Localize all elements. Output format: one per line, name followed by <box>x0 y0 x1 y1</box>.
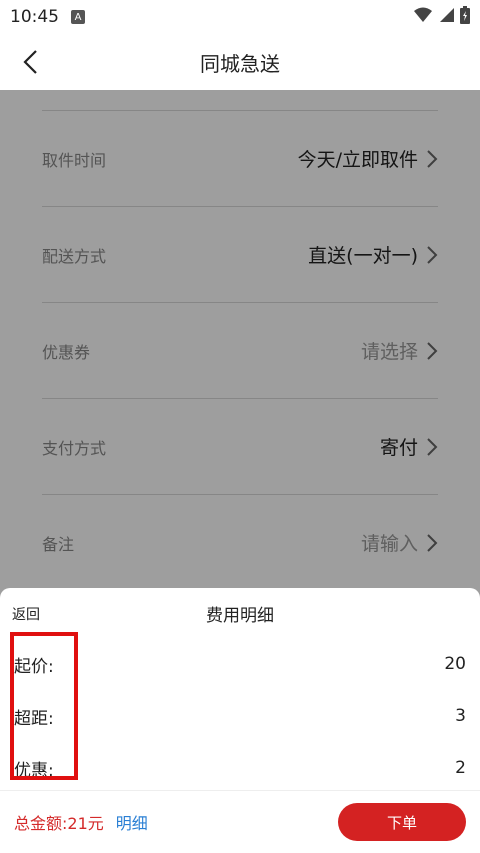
sheet-back-button[interactable]: 返回 <box>12 604 40 624</box>
chevron-left-icon <box>23 50 37 74</box>
highlight-annotation-box <box>10 632 78 780</box>
notification-icon: A <box>71 10 85 24</box>
fee-detail-link[interactable]: 明细 <box>116 810 148 834</box>
fee-value: 2 <box>455 758 466 778</box>
status-time: 10:45 <box>10 7 59 27</box>
place-order-button[interactable]: 下单 <box>338 803 466 841</box>
battery-icon <box>460 6 470 28</box>
wifi-icon <box>414 7 432 27</box>
status-icons <box>414 6 470 28</box>
page-title: 同城急送 <box>200 51 280 76</box>
fee-value: 20 <box>444 654 466 674</box>
sheet-title: 费用明细 <box>206 605 274 626</box>
nav-bar: 同城急送 <box>0 34 480 90</box>
back-button[interactable] <box>14 46 46 78</box>
total-amount: 总金额:21元 <box>14 814 104 833</box>
signal-icon <box>438 7 454 27</box>
status-bar: 10:45 A <box>0 0 480 34</box>
bottom-action-bar: 总金额:21元 明细 下单 <box>0 790 480 853</box>
fee-value: 3 <box>455 706 466 726</box>
sheet-header: 返回 费用明细 <box>0 588 480 638</box>
